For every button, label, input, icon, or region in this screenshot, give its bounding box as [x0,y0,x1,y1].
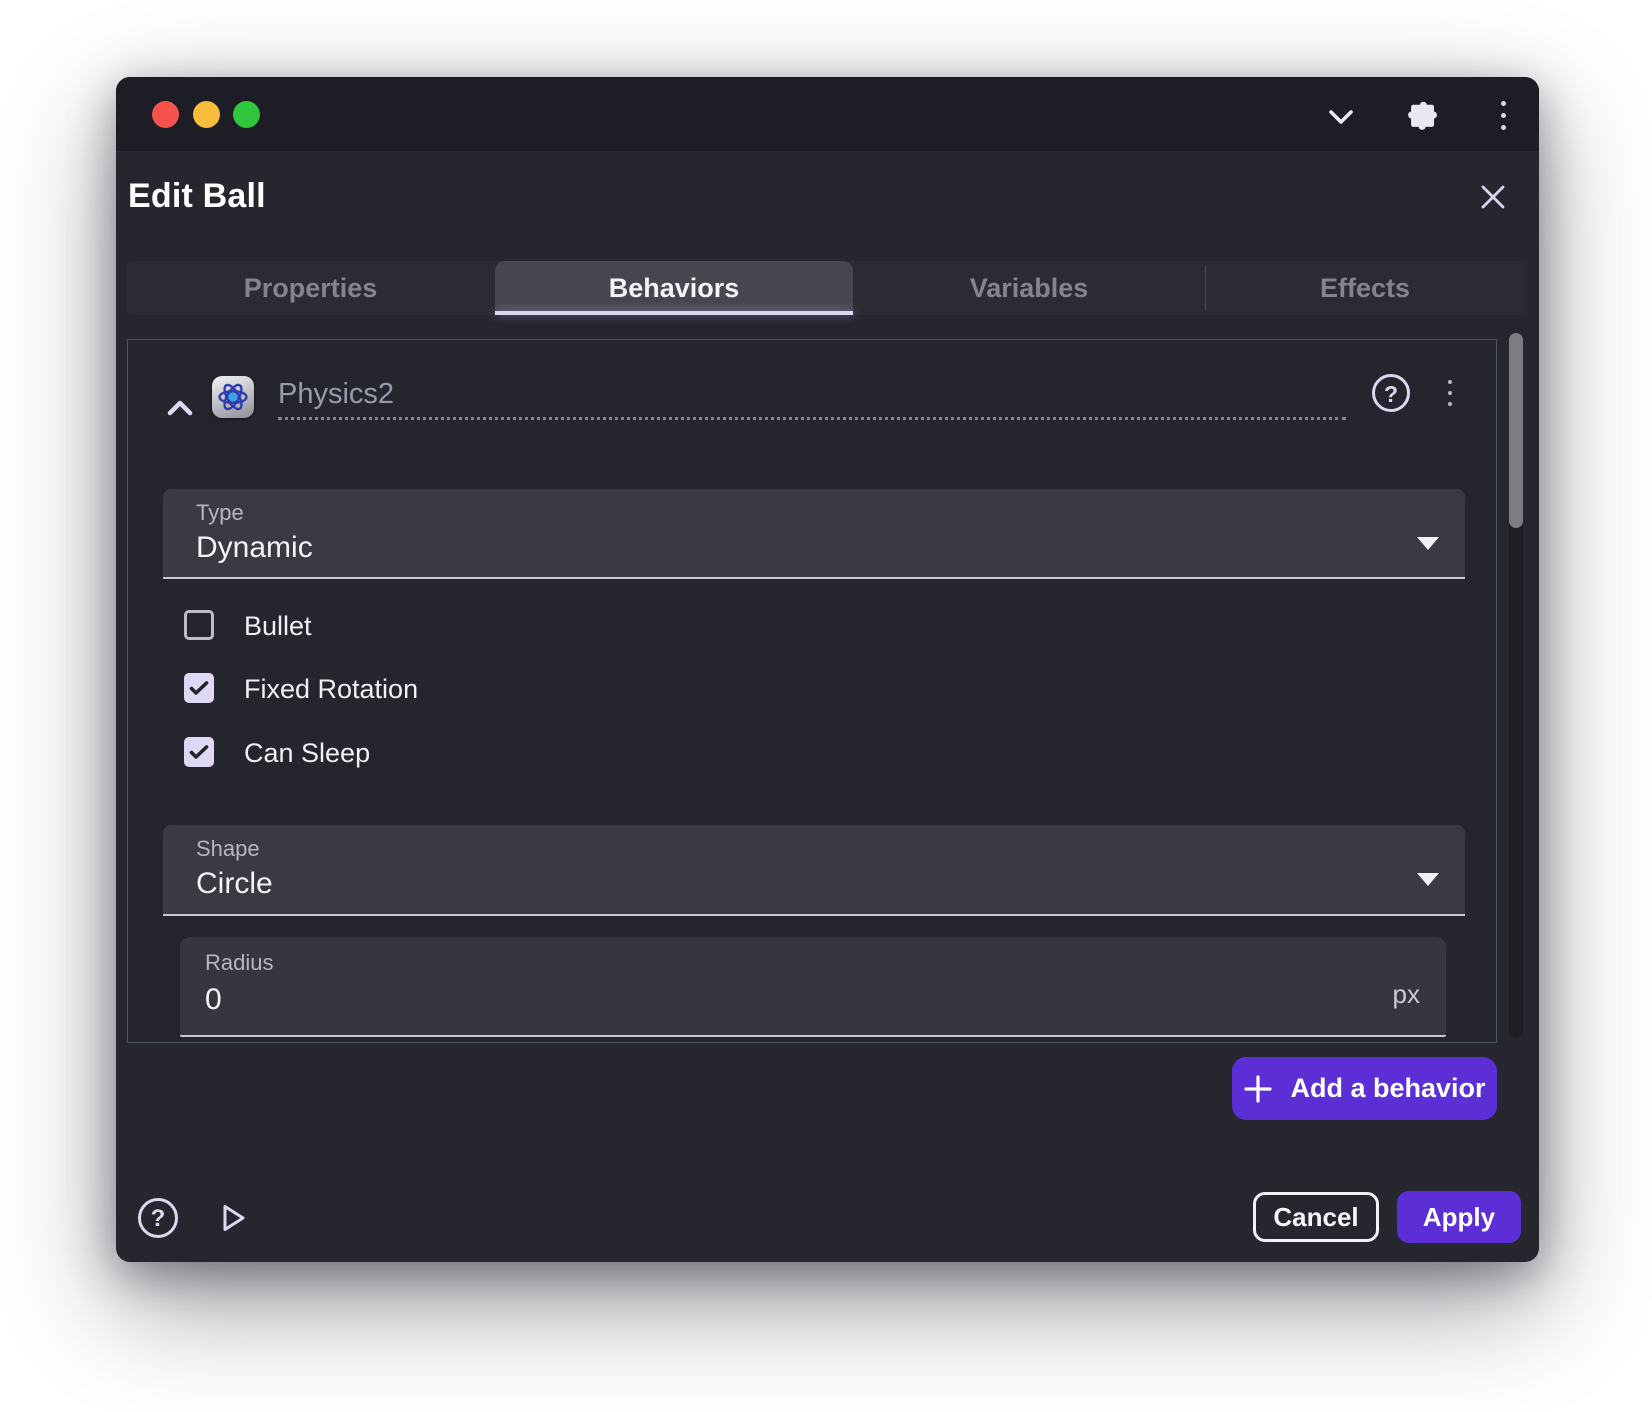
tab-label: Properties [244,273,378,303]
radius-value: 0 [205,983,222,1017]
type-select[interactable]: Type Dynamic [163,489,1465,579]
minimize-traffic-light[interactable] [193,101,220,128]
fixed-rotation-label: Fixed Rotation [244,674,418,705]
type-value: Dynamic [196,531,313,565]
behavior-kebab-menu-icon[interactable] [1446,380,1454,408]
behavior-name-field[interactable]: Physics2 [278,378,1346,420]
tab-variables[interactable]: Variables [853,261,1205,315]
close-icon[interactable] [1479,183,1507,211]
close-traffic-light[interactable] [152,101,179,128]
radius-label: Radius [205,950,273,976]
radius-unit: px [1393,979,1420,1010]
chevron-down-icon[interactable] [1328,107,1354,127]
fixed-rotation-checkbox[interactable] [184,673,214,703]
question-glyph: ? [151,1205,166,1232]
shape-label: Shape [196,836,260,862]
play-preview-icon[interactable] [216,1201,250,1235]
tab-effects[interactable]: Effects [1205,261,1525,315]
question-glyph: ? [1384,381,1398,407]
scrollbar-thumb[interactable] [1509,333,1523,528]
tab-divider [1205,266,1206,310]
tab-bar: Properties Behaviors Variables Effects [126,261,1525,315]
apply-button[interactable]: Apply [1397,1191,1521,1243]
window-titlebar [116,77,1539,151]
plus-icon [1243,1074,1273,1104]
puzzle-extension-icon[interactable] [1403,98,1437,132]
tab-behaviors[interactable]: Behaviors [495,261,853,315]
shape-value: Circle [196,867,273,901]
page-title: Edit Ball [128,177,266,215]
maximize-traffic-light[interactable] [233,101,260,128]
radius-input[interactable]: Radius 0 px [180,937,1446,1037]
active-tab-underline [495,311,853,315]
type-label: Type [196,500,244,526]
bullet-label: Bullet [244,611,312,642]
tab-properties[interactable]: Properties [126,261,495,315]
caret-down-icon [1417,873,1439,886]
can-sleep-label: Can Sleep [244,738,370,769]
cancel-button[interactable]: Cancel [1253,1192,1379,1242]
shape-select[interactable]: Shape Circle [163,825,1465,916]
can-sleep-checkbox[interactable] [184,737,214,767]
add-behavior-label: Add a behavior [1290,1073,1485,1104]
bullet-checkbox[interactable] [184,610,214,640]
caret-down-icon [1417,537,1439,550]
add-behavior-button[interactable]: Add a behavior [1232,1057,1497,1120]
dialog-help-icon[interactable]: ? [138,1198,178,1238]
behavior-help-icon[interactable]: ? [1372,374,1410,412]
atom-icon [212,376,254,418]
tab-label: Effects [1320,273,1410,303]
tab-label: Variables [970,273,1089,303]
tab-label: Behaviors [609,273,740,303]
kebab-menu-icon[interactable] [1499,101,1507,131]
edit-ball-dialog-window: Edit Ball Properties Behaviors Variables… [116,77,1539,1262]
collapse-chevron-up-icon[interactable] [166,398,194,418]
behaviors-panel: Physics2 ? Type Dynamic Bullet Fixed Rot… [127,339,1497,1043]
